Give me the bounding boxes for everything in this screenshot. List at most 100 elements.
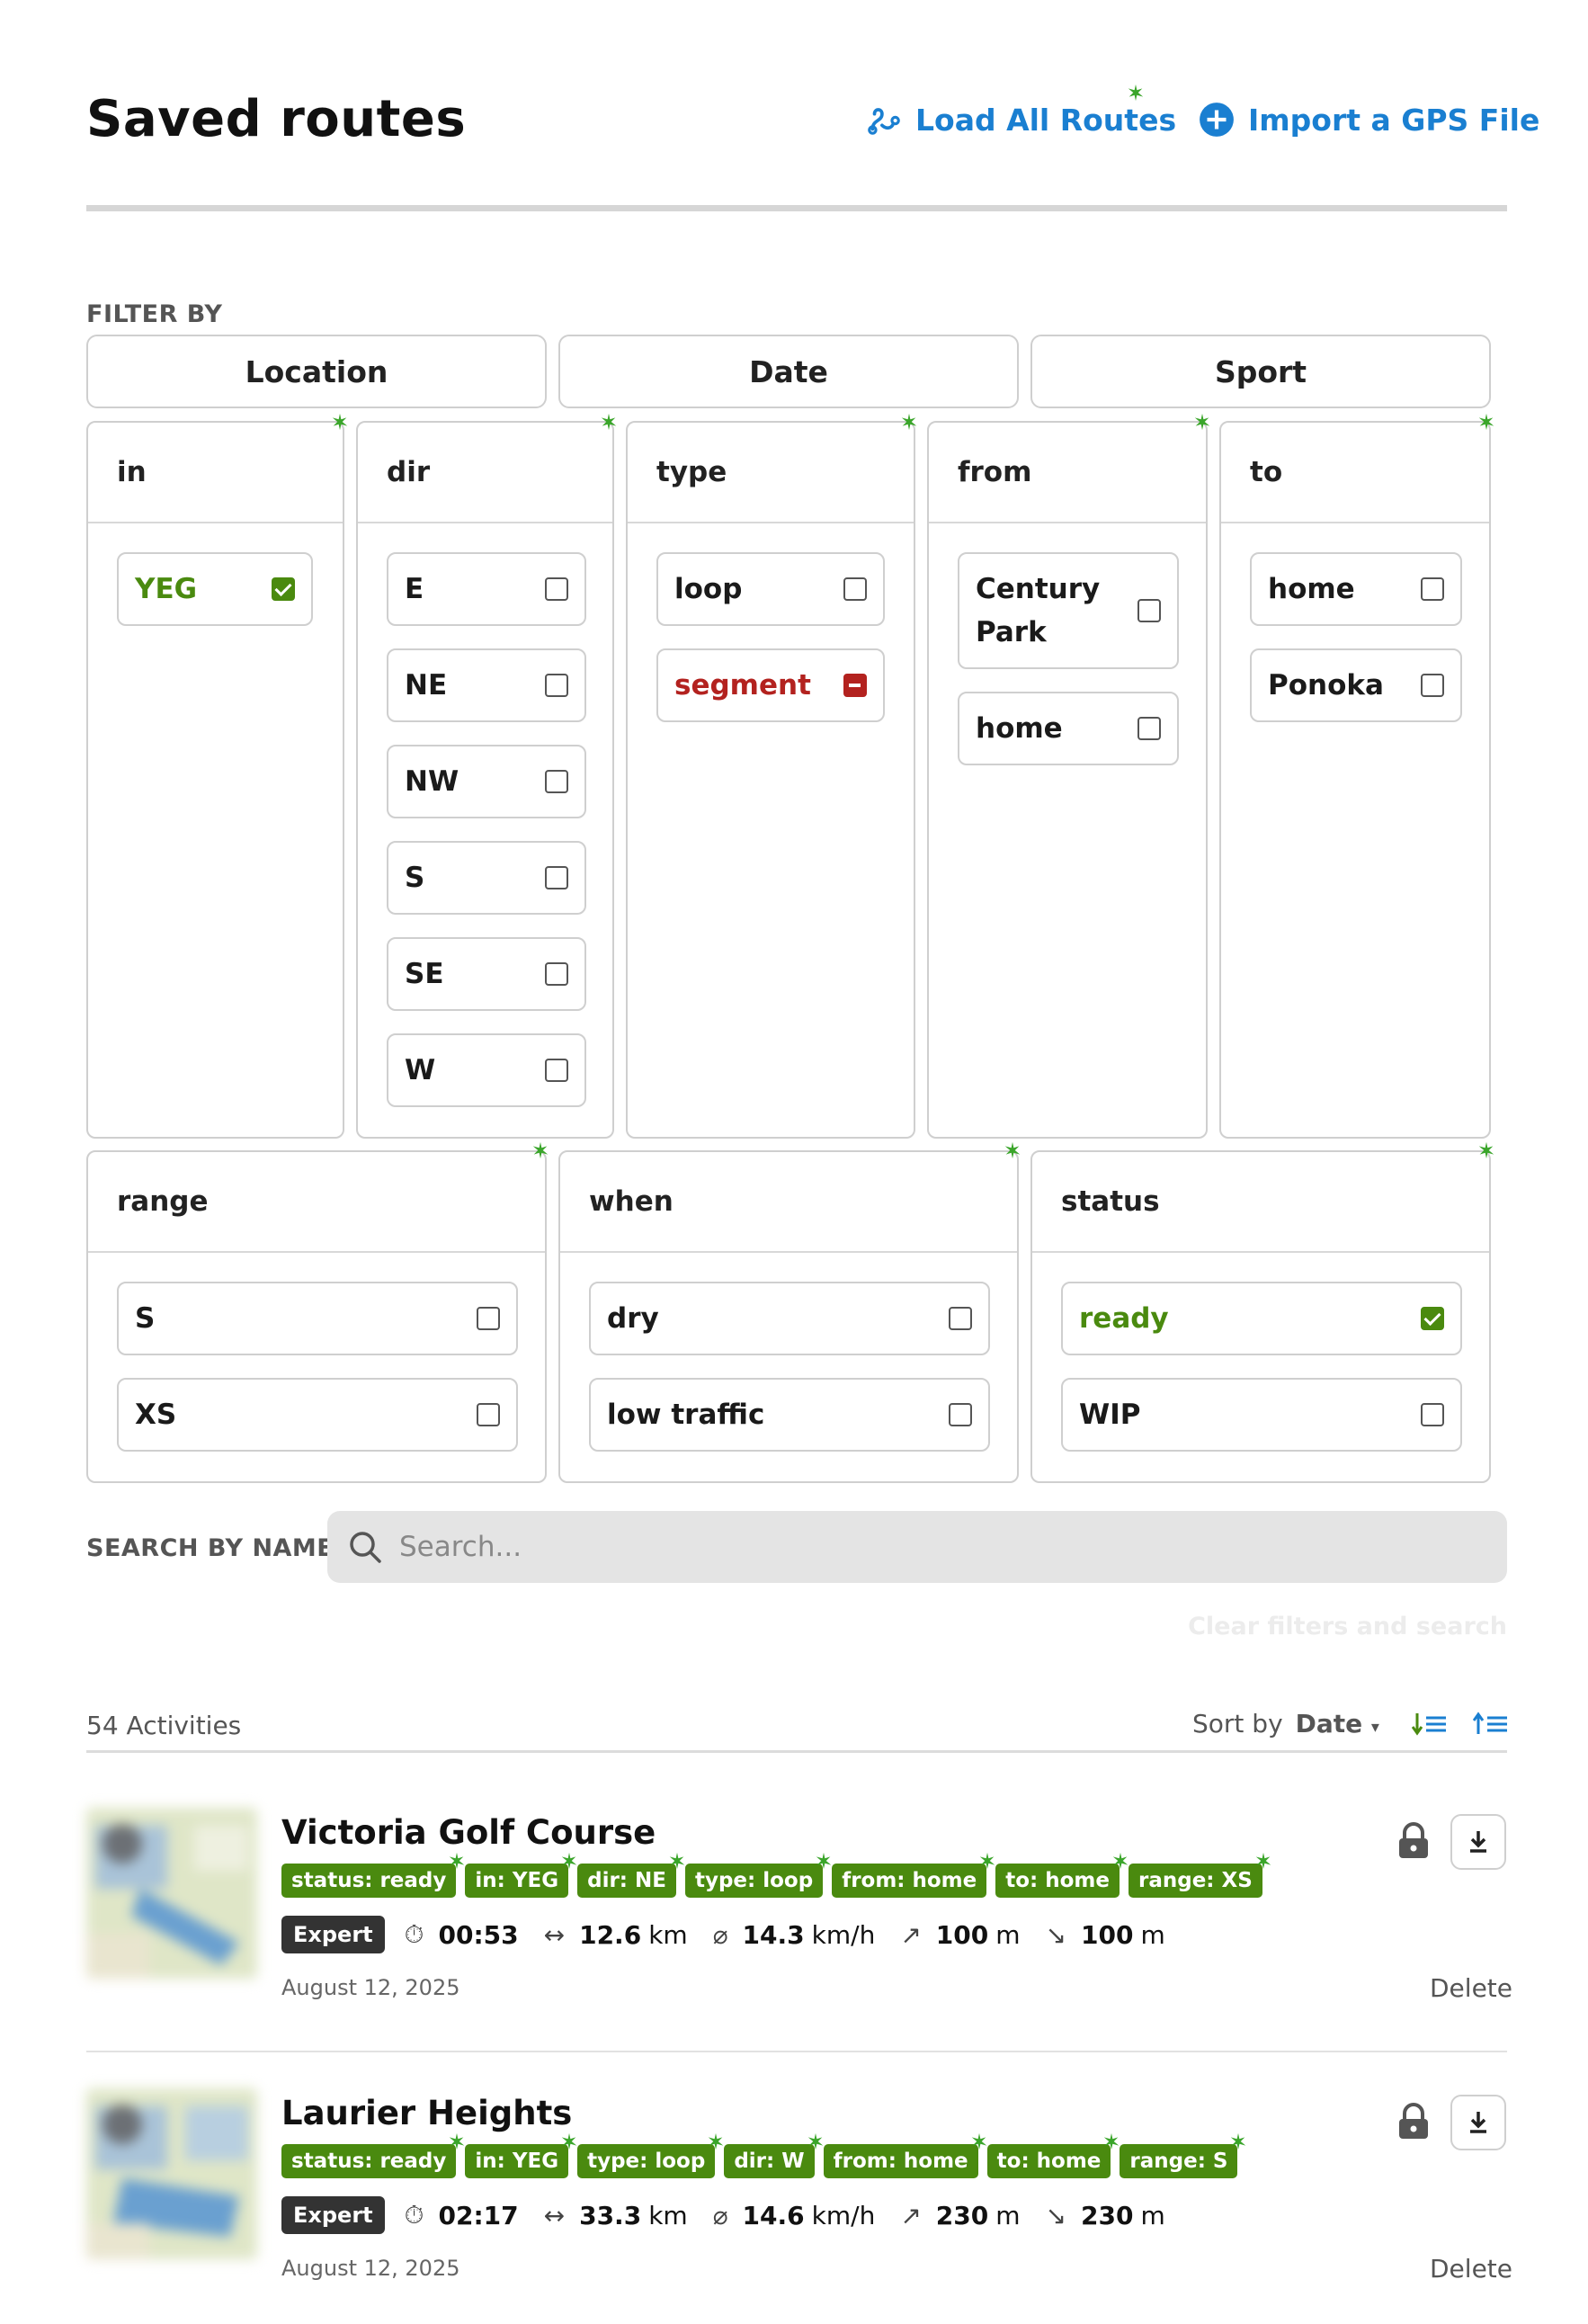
filter-option-century-park[interactable]: Century Park [958,552,1179,669]
checkbox[interactable] [477,1307,500,1330]
filter-option-label: S [135,1302,156,1335]
tab-sport[interactable]: Sport [1030,335,1491,408]
sort-descending-icon[interactable] [1411,1711,1448,1738]
checkbox[interactable] [545,866,568,889]
filter-option-dry[interactable]: dry [589,1282,990,1355]
search-input[interactable] [399,1531,1478,1563]
sort-control: Sort by Date ▾ [1192,1709,1509,1739]
checkbox[interactable] [949,1307,972,1330]
sparkle-icon [1476,1140,1496,1160]
filter-option-xs[interactable]: XS [117,1378,518,1452]
distance-stat: ↔ 33.3 km [543,2200,688,2230]
filter-option-label: WIP [1079,1399,1141,1431]
filter-group-type: type loop segment [626,421,915,1139]
sparkle-icon [1253,1851,1273,1871]
sort-ascending-icon[interactable] [1472,1711,1509,1738]
sparkle-icon [330,412,350,432]
filter-option-home[interactable]: home [958,692,1179,765]
page-title: Saved routes [86,90,467,148]
checkbox[interactable] [1421,674,1444,697]
filter-option-ready[interactable]: ready [1061,1282,1462,1355]
filter-option-low-traffic[interactable]: low traffic [589,1378,990,1452]
activity-title[interactable]: Laurier Heights [281,2094,572,2132]
filter-option-wip[interactable]: WIP [1061,1378,1462,1452]
tag: to: home [995,1864,1120,1898]
clear-filters-link[interactable]: Clear filters and search [1188,1613,1507,1640]
filter-option-label: low traffic [607,1399,765,1431]
sort-dropdown[interactable]: Date ▾ [1296,1709,1379,1739]
filter-group-from: from Century Park home [927,421,1208,1139]
tag: range: XS [1129,1864,1262,1898]
filter-option-segment[interactable]: segment [656,648,885,722]
delete-link[interactable]: Delete [1430,1973,1512,2003]
lock-icon[interactable] [1396,1822,1431,1860]
checkbox[interactable] [1421,577,1444,601]
tab-location[interactable]: Location [86,335,547,408]
filter-group-status: status ready WIP [1030,1150,1491,1483]
lock-icon[interactable] [1396,2103,1431,2141]
checkbox[interactable] [477,1403,500,1426]
checkbox[interactable] [1421,1403,1444,1426]
checkbox[interactable] [1137,599,1161,622]
stopwatch-icon: ⏱ [404,1919,424,1949]
filter-option-label: E [405,573,424,605]
checkbox[interactable] [545,1059,568,1082]
filter-group-range: range S XS [86,1150,547,1483]
filter-option-label: Ponoka [1268,669,1384,702]
checkbox[interactable] [545,577,568,601]
search-icon [350,1532,381,1563]
filter-option-ponoka[interactable]: Ponoka [1250,648,1462,722]
sparkle-icon [447,1851,467,1871]
activity-date: August 12, 2025 [281,1975,460,2000]
activity-date: August 12, 2025 [281,2256,460,2281]
filter-option-s[interactable]: S [387,841,586,915]
sparkle-icon [806,2132,825,2151]
sort-value: Date [1295,1709,1363,1739]
delete-link[interactable]: Delete [1430,2254,1512,2284]
filter-option-home[interactable]: home [1250,552,1462,626]
checkbox-excluded[interactable] [843,674,867,697]
checkbox-checked[interactable] [272,577,295,601]
filter-option-label: Century Park [976,573,1101,648]
checkbox[interactable] [843,577,867,601]
checkbox[interactable] [949,1403,972,1426]
download-button[interactable] [1450,2095,1506,2150]
sparkle-icon [1192,412,1212,432]
descent-stat: ↘ 230 m [1045,2200,1165,2230]
tag: from: home [832,1864,986,1898]
sparkle-icon [559,2132,579,2151]
download-button[interactable] [1450,1814,1506,1870]
filter-option-s[interactable]: S [117,1282,518,1355]
checkbox[interactable] [1137,717,1161,740]
filter-by-label: FILTER BY [86,300,223,328]
header-divider [86,205,1507,211]
sparkle-icon [969,2132,989,2151]
sort-label: Sort by [1192,1709,1283,1739]
tag: status: ready [281,1864,456,1898]
activity-divider [86,2051,1507,2052]
checkbox[interactable] [545,674,568,697]
tag: dir: NE [577,1864,676,1898]
filter-option-nw[interactable]: NW [387,745,586,818]
filter-option-e[interactable]: E [387,552,586,626]
filter-option-yeg[interactable]: YEG [117,552,313,626]
activity-title[interactable]: Victoria Golf Course [281,1813,656,1852]
filter-group-title: type [628,423,914,523]
checkbox[interactable] [545,962,568,986]
import-gps-file-button[interactable]: Import a GPS File [1198,101,1539,139]
descent-icon: ↘ [1045,2200,1066,2230]
checkbox[interactable] [545,770,568,793]
load-all-routes-button[interactable]: Load All Routes [865,101,1176,139]
tab-date[interactable]: Date [558,335,1019,408]
filter-option-ne[interactable]: NE [387,648,586,722]
filter-group-in: in YEG [86,421,344,1139]
tag: from: home [823,2144,978,2178]
route-map-thumbnail[interactable] [86,1808,257,1979]
filter-option-w[interactable]: W [387,1033,586,1107]
filter-group-title: range [88,1152,545,1253]
caret-down-icon: ▾ [1370,1718,1379,1737]
filter-option-se[interactable]: SE [387,937,586,1011]
route-map-thumbnail[interactable] [86,2088,257,2259]
filter-option-loop[interactable]: loop [656,552,885,626]
checkbox-checked[interactable] [1421,1307,1444,1330]
